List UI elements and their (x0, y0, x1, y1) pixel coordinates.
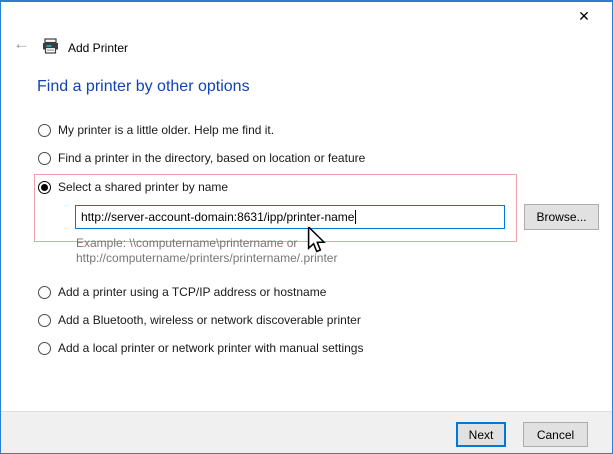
example-hint-text: Example: \\computername\printername or h… (76, 236, 337, 266)
dialog-footer (1, 411, 612, 453)
radio-option-4[interactable]: Add a Bluetooth, wireless or network dis… (38, 312, 361, 328)
radio-circle[interactable] (38, 124, 51, 137)
printer-icon (42, 38, 59, 57)
window-title: Add Printer (68, 41, 128, 55)
radio-option-5[interactable]: Add a local printer or network printer w… (38, 340, 363, 356)
browse-button[interactable]: Browse... (524, 204, 599, 230)
close-icon[interactable]: ✕ (574, 6, 594, 26)
radio-label: Add a local printer or network printer w… (58, 341, 363, 355)
radio-label: Find a printer in the directory, based o… (58, 151, 365, 165)
radio-circle[interactable] (38, 181, 51, 194)
page-title: Find a printer by other options (37, 78, 250, 96)
printer-url-input[interactable]: http://server-account-domain:8631/ipp/pr… (75, 205, 505, 229)
next-button[interactable]: Next (456, 422, 506, 447)
text-caret (355, 210, 356, 224)
radio-circle[interactable] (38, 286, 51, 299)
radio-option-3[interactable]: Add a printer using a TCP/IP address or … (38, 284, 326, 300)
radio-label: My printer is a little older. Help me fi… (58, 123, 274, 137)
add-printer-window: ✕ ← Add Printer Find a printer by other … (0, 0, 613, 454)
radio-label: Add a printer using a TCP/IP address or … (58, 285, 326, 299)
radio-option-2[interactable]: Select a shared printer by name (38, 179, 228, 195)
example-line-1: Example: \\computername\printername or (76, 236, 337, 251)
radio-label: Select a shared printer by name (58, 180, 228, 194)
radio-circle[interactable] (38, 314, 51, 327)
radio-label: Add a Bluetooth, wireless or network dis… (58, 313, 361, 327)
cancel-button[interactable]: Cancel (523, 422, 588, 447)
radio-option-1[interactable]: Find a printer in the directory, based o… (38, 150, 365, 166)
example-line-2: http://computername/printers/printername… (76, 251, 337, 266)
radio-circle[interactable] (38, 342, 51, 355)
back-arrow-icon[interactable]: ← (13, 35, 30, 53)
radio-circle[interactable] (38, 152, 51, 165)
printer-url-value: http://server-account-domain:8631/ipp/pr… (81, 210, 354, 224)
radio-option-0[interactable]: My printer is a little older. Help me fi… (38, 122, 274, 138)
